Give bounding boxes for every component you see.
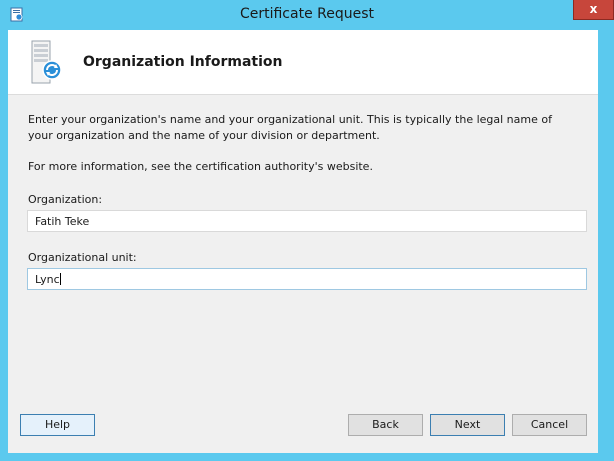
- organizational-unit-label: Organizational unit:: [28, 251, 137, 264]
- header-divider: [8, 94, 598, 95]
- close-button[interactable]: x: [573, 0, 614, 20]
- organizational-unit-input[interactable]: Lync: [27, 268, 587, 290]
- organization-input[interactable]: Fatih Teke: [27, 210, 587, 232]
- certificate-request-window: Certificate Request x Organization Infor…: [0, 0, 614, 461]
- server-certificate-icon: [31, 40, 62, 84]
- page-title: Organization Information: [83, 54, 283, 70]
- help-button[interactable]: Help: [20, 414, 95, 436]
- cancel-button[interactable]: Cancel: [512, 414, 587, 436]
- next-button[interactable]: Next: [430, 414, 505, 436]
- dialog-client-area: Organization Information Enter your orga…: [8, 30, 598, 453]
- description-text: Enter your organization's name and your …: [28, 113, 552, 142]
- wizard-header: Organization Information: [8, 30, 598, 94]
- organization-value: Fatih Teke: [35, 215, 90, 228]
- organizational-unit-value: Lync: [35, 273, 60, 286]
- text-caret: [59, 273, 61, 285]
- title-bar[interactable]: Certificate Request x: [0, 0, 614, 30]
- organization-label: Organization:: [28, 193, 103, 206]
- window-title: Certificate Request: [239, 6, 375, 22]
- back-button[interactable]: Back: [348, 414, 423, 436]
- more-info-text: For more information, see the certificat…: [28, 160, 373, 173]
- close-icon: x: [589, 2, 598, 16]
